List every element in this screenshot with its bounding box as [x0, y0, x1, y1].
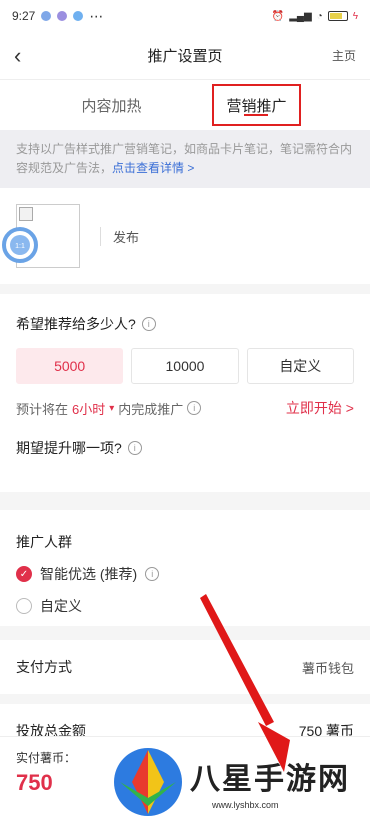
payment-row[interactable]: 支付方式 薯币钱包 — [16, 640, 354, 694]
audience-custom-label: 自定义 — [40, 598, 82, 614]
charging-icon: ϟ — [352, 10, 358, 22]
info-icon[interactable]: i — [187, 401, 202, 415]
status-bar: 9:27 ⋯ ⏰ ▂▄▆ ◔ ϟ — [0, 0, 370, 32]
reach-option-5000[interactable]: 5000 — [16, 348, 124, 384]
info-icon[interactable]: i — [145, 567, 160, 581]
watermark-logo-icon — [114, 748, 182, 816]
reach-title-row: 希望推荐给多少人? i — [16, 314, 354, 334]
status-right: ⏰ ▂▄▆ ◔ ϟ — [272, 11, 358, 22]
boost-title-row: 期望提升哪一项? i — [16, 438, 354, 458]
watermark-text: 八星手游网 — [190, 763, 350, 796]
nav-bar: ‹ 推广设置页 主页 — [0, 32, 370, 80]
app-notification-icon — [41, 11, 52, 21]
dropdown-icon[interactable]: ▾ — [109, 403, 114, 414]
audience-option-custom[interactable]: 自定义 — [16, 596, 354, 616]
floating-bubble-text: 1:1 — [15, 243, 25, 250]
radio-icon[interactable] — [16, 598, 32, 614]
app-notification-icon — [73, 11, 84, 21]
tab-underline — [244, 114, 269, 116]
audience-section: 推广人群 ✓ 智能优选 (推荐) i 自定义 — [0, 510, 370, 626]
audience-smart-label: 智能优选 (推荐) — [40, 566, 138, 582]
watermark: 八星手游网 www.lyshbx.com — [108, 742, 370, 822]
broken-image-icon — [19, 207, 33, 221]
reach-option-custom[interactable]: 自定义 — [246, 348, 354, 384]
details-link[interactable]: 点击查看详情 > — [112, 161, 194, 175]
floating-bubble[interactable]: 1:1 — [2, 227, 38, 263]
estimate-suffix: 内完成推广 — [118, 401, 184, 417]
estimate-text: 预计将在 6小时 ▾ 内完成推广 i — [16, 399, 202, 418]
notice-banner: 支持以广告样式推广营销笔记，如商品卡片笔记，笔记需符合内容规范及广告法，点击查看… — [0, 130, 370, 188]
battery-icon — [327, 11, 348, 21]
tab-marketing-promotion[interactable]: 营销推广 — [212, 84, 301, 126]
estimate-prefix: 预计将在 — [16, 401, 69, 417]
home-link[interactable]: 主页 — [316, 47, 356, 64]
checked-radio-icon[interactable]: ✓ — [16, 566, 32, 582]
tab-label: 营销推广 — [226, 97, 287, 115]
tab-label: 内容加热 — [81, 97, 142, 115]
reach-option-10000[interactable]: 10000 — [131, 348, 239, 384]
info-icon[interactable]: i — [127, 441, 142, 455]
tab-bar: 内容加热 营销推广 — [0, 80, 370, 130]
payment-section: 支付方式 薯币钱包 — [0, 640, 370, 694]
audience-title: 推广人群 — [16, 534, 72, 550]
reach-section: 希望推荐给多少人? i 5000 10000 自定义 预计将在 6小时 ▾ 内完成推广… — [0, 294, 370, 492]
watermark-url: www.lyshbx.com — [212, 800, 279, 810]
tab-content-boost[interactable]: 内容加热 — [69, 80, 153, 130]
reach-options: 5000 10000 自定义 — [16, 348, 354, 384]
boost-title: 期望提升哪一项? — [16, 440, 122, 456]
publish-section: 发布 — [0, 188, 370, 284]
back-icon[interactable]: ‹ — [14, 43, 54, 69]
signal-icon: ▂▄▆ — [289, 10, 312, 22]
audience-option-smart[interactable]: ✓ 智能优选 (推荐) i — [16, 564, 354, 584]
estimate-row: 预计将在 6小时 ▾ 内完成推广 i 立即开始 > — [16, 398, 354, 418]
wifi-icon: ◔ — [316, 10, 323, 22]
page-title: 推广设置页 — [147, 48, 223, 65]
status-left: 9:27 ⋯ — [12, 8, 103, 25]
alarm-icon: ⏰ — [271, 10, 285, 22]
start-now-button[interactable]: 立即开始 > — [286, 398, 354, 418]
status-time: 9:27 — [12, 9, 36, 23]
app-notification-icon — [57, 11, 68, 21]
payment-value: 薯币钱包 — [301, 660, 354, 676]
payment-label: 支付方式 — [16, 659, 72, 675]
reach-title: 希望推荐给多少人? — [16, 316, 136, 332]
info-icon[interactable]: i — [141, 317, 156, 331]
more-icon: ⋯ — [89, 7, 104, 24]
estimate-duration[interactable]: 6小时 — [72, 399, 105, 418]
publish-label[interactable]: 发布 — [100, 226, 139, 246]
